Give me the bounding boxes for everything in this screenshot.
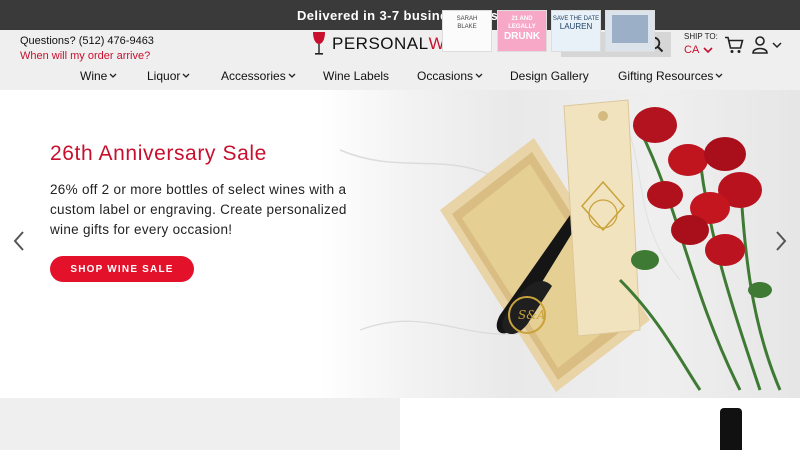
nav-item-label: Wine Labels	[323, 69, 390, 83]
nav-item-label: Wine	[80, 69, 108, 83]
hero-title: 26th Anniversary Sale	[50, 142, 267, 165]
site-header: Questions? (512) 476-9463 When will my o…	[0, 30, 800, 90]
nav-item-label: Accessories	[221, 69, 286, 83]
nav-item-wine-labels[interactable]: Wine Labels	[323, 69, 389, 83]
hero-description: 26% off 2 or more bottles of select wine…	[50, 182, 347, 237]
bottle-engraving: S&A	[518, 308, 546, 322]
hero-carousel: S&A 26th Anniversary Sale 26% off 2 or m…	[0, 90, 800, 398]
hero-product-illustration: S&A	[339, 99, 782, 392]
order-arrival-link[interactable]: When will my order arrive?	[20, 49, 154, 64]
phone-number[interactable]: Questions? (512) 476-9463	[20, 34, 154, 49]
ship-to-label: SHIP TO:	[684, 32, 718, 41]
thumbnail-photo	[612, 15, 648, 43]
chevron-left-icon[interactable]	[12, 230, 26, 252]
logo-text-personal: PERSONAL	[332, 34, 429, 53]
chevron-down-icon	[703, 46, 713, 53]
label-design-thumbnail[interactable]: SAVE THE DATE LAUREN	[551, 10, 601, 52]
chevron-down-icon	[182, 73, 190, 78]
chevron-down-icon	[715, 73, 723, 78]
label-design-thumbnail[interactable]: 21 AND LEGALLY DRUNK	[497, 10, 547, 52]
country-code: CA	[684, 44, 700, 56]
shop-wine-sale-button[interactable]: SHOP WINE SALE	[50, 256, 194, 282]
nav-item-occasions[interactable]: Occasions	[417, 69, 483, 83]
label-design-thumbnail[interactable]: SARAH BLAKE	[442, 10, 492, 52]
thumbnail-line: DRUNK	[503, 31, 541, 42]
nav-item-label: Occasions	[417, 69, 474, 83]
nav-item-design-gallery[interactable]: Design Gallery	[510, 69, 589, 83]
cart-icon[interactable]	[724, 36, 744, 54]
nav-item-label: Liquor	[147, 69, 181, 83]
nav-item-wine[interactable]: Wine	[80, 69, 117, 83]
chevron-right-icon[interactable]	[774, 230, 788, 252]
wine-glass-logo-icon	[313, 32, 325, 55]
nav-item-liquor[interactable]: Liquor	[147, 69, 190, 83]
account-menu[interactable]	[752, 36, 784, 54]
chevron-down-icon	[475, 73, 483, 78]
hero-image: S&A	[320, 90, 800, 398]
thumbnail-line: LAUREN	[559, 22, 593, 31]
user-icon	[752, 36, 768, 54]
thumbnail-line: SARAH	[456, 16, 478, 22]
chevron-down-icon	[772, 41, 782, 48]
nav-item-accessories[interactable]: Accessories	[221, 69, 296, 83]
main-navigation: Wine Liquor Accessories Wine Labels Occa…	[0, 66, 800, 86]
ship-to-selector[interactable]: SHIP TO: CA	[684, 32, 718, 56]
label-design-thumbnail[interactable]	[605, 10, 655, 52]
nav-item-gifting-resources[interactable]: Gifting Resources	[618, 69, 723, 83]
bottom-promo-left	[0, 398, 400, 450]
chevron-down-icon	[109, 73, 117, 78]
wine-bottle-image	[720, 408, 742, 450]
chevron-down-icon	[288, 73, 296, 78]
thumbnail-line: 21 AND LEGALLY	[508, 16, 536, 30]
ship-to-country[interactable]: CA	[684, 44, 718, 56]
announcement-bar: Delivered in 3-7 business days!	[0, 0, 800, 30]
nav-item-label: Gifting Resources	[618, 69, 714, 83]
thumbnail-line: BLAKE	[457, 24, 477, 30]
nav-item-label: Design Gallery	[510, 69, 589, 83]
contact-info: Questions? (512) 476-9463 When will my o…	[20, 34, 154, 64]
